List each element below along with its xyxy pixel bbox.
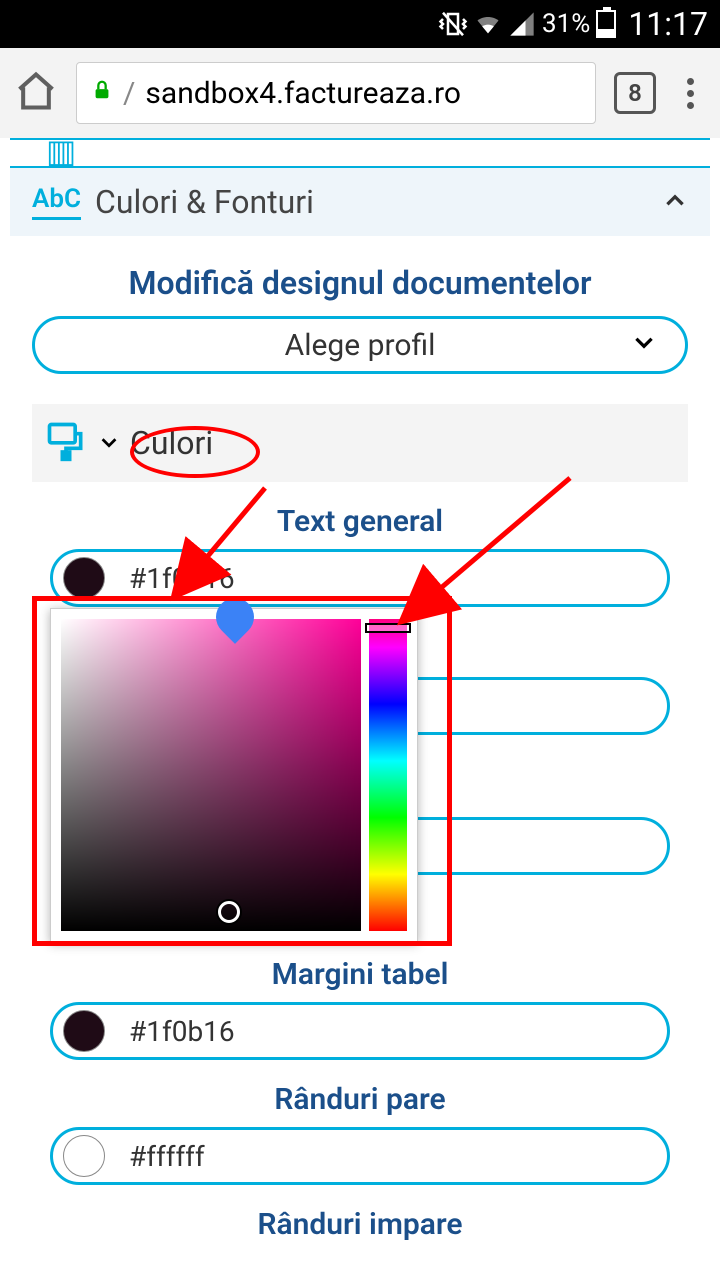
value-margini-tabel: #1f0b16 bbox=[129, 1015, 235, 1048]
hue-slider[interactable] bbox=[369, 619, 407, 931]
clock: 11:17 bbox=[628, 5, 708, 43]
value-randuri-pare: #ffffff bbox=[129, 1140, 205, 1173]
saturation-value-panel[interactable] bbox=[61, 619, 361, 931]
url-bar[interactable]: / sandbox4.factureaza.ro bbox=[76, 62, 596, 124]
input-randuri-pare[interactable]: #ffffff bbox=[50, 1127, 670, 1185]
sv-cursor[interactable] bbox=[218, 901, 240, 923]
colors-label: Culori bbox=[130, 424, 213, 462]
url-host: sandbox4.factureaza.ro bbox=[145, 76, 461, 111]
battery-percent: 31% bbox=[542, 9, 590, 39]
profile-select-label: Alege profil bbox=[285, 328, 436, 363]
swatch-margini-tabel bbox=[63, 1010, 105, 1052]
tabs-count: 8 bbox=[628, 79, 642, 107]
signal-icon bbox=[508, 10, 536, 38]
paint-icon bbox=[44, 419, 88, 467]
menu-icon[interactable] bbox=[674, 78, 706, 109]
chevron-down-icon bbox=[98, 427, 120, 460]
label-margini-tabel: Margini tabel bbox=[10, 957, 710, 992]
android-status-bar: 31% 11:17 bbox=[0, 0, 720, 48]
section-title: Culori & Fonturi bbox=[95, 183, 314, 221]
label-randuri-impare: Rânduri impare bbox=[10, 1207, 710, 1242]
swatch-text-general bbox=[63, 557, 105, 599]
label-text-general: Text general bbox=[10, 504, 710, 539]
profile-select[interactable]: Alege profil bbox=[32, 316, 688, 374]
input-text-general[interactable]: #1f0b16 bbox=[50, 549, 670, 607]
browser-toolbar: / sandbox4.factureaza.ro 8 bbox=[0, 48, 720, 138]
section-colors-fonts[interactable]: AbC Culori & Fonturi bbox=[10, 168, 710, 236]
building-icon: ▥ bbox=[46, 138, 76, 168]
design-heading: Modifică designul documentelor bbox=[10, 264, 710, 302]
color-picker[interactable] bbox=[50, 608, 418, 942]
hue-cursor[interactable] bbox=[365, 623, 411, 633]
wifi-icon bbox=[474, 10, 502, 38]
swatch-randuri-pare bbox=[63, 1135, 105, 1177]
label-randuri-pare: Rânduri pare bbox=[10, 1082, 710, 1117]
abc-icon: AbC bbox=[32, 184, 81, 220]
page-content: ▥ AbC Culori & Fonturi Modifică designul… bbox=[0, 138, 720, 1242]
chevron-down-icon bbox=[631, 328, 657, 363]
chevron-up-icon bbox=[662, 183, 688, 221]
collapsed-section-above[interactable]: ▥ bbox=[10, 138, 710, 168]
value-text-general: #1f0b16 bbox=[129, 562, 235, 595]
battery-icon bbox=[596, 10, 616, 38]
lock-icon bbox=[91, 76, 113, 111]
url-prefix: / bbox=[123, 76, 135, 111]
home-icon[interactable] bbox=[14, 69, 58, 117]
input-margini-tabel[interactable]: #1f0b16 bbox=[50, 1002, 670, 1060]
colors-subsection[interactable]: Culori bbox=[32, 404, 688, 482]
tabs-button[interactable]: 8 bbox=[614, 72, 656, 114]
vibrate-icon bbox=[438, 9, 468, 39]
